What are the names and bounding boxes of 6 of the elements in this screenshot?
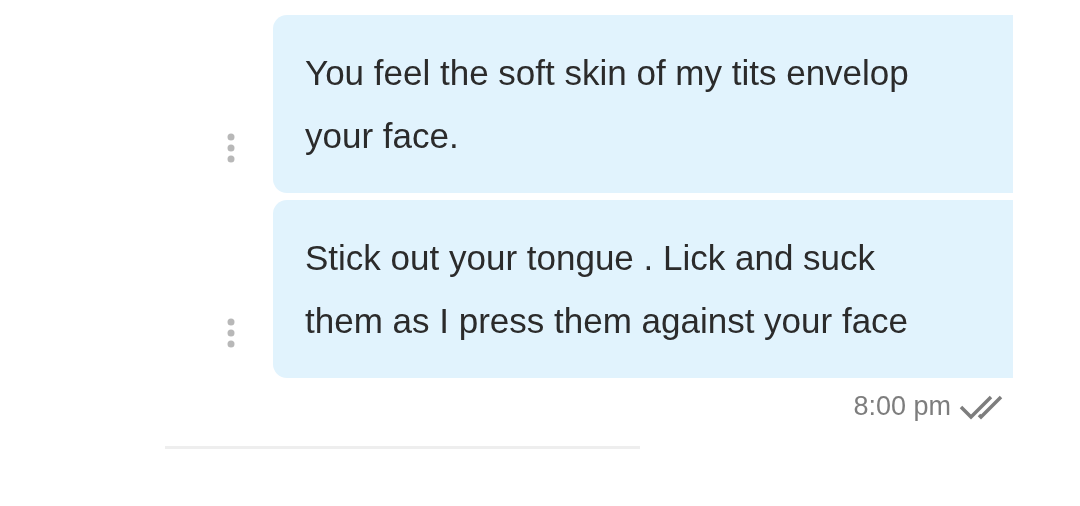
message-time: 8:00 pm <box>853 391 951 422</box>
more-options-icon[interactable] <box>226 318 236 348</box>
message-bubble: You feel the soft skin of my tits envelop your face. <box>273 15 1013 193</box>
message-bubble: Stick out your tongue . Lick and suck them as I press them against your face <box>273 200 1013 378</box>
double-check-icon <box>959 393 1005 420</box>
more-options-icon[interactable] <box>226 133 236 163</box>
